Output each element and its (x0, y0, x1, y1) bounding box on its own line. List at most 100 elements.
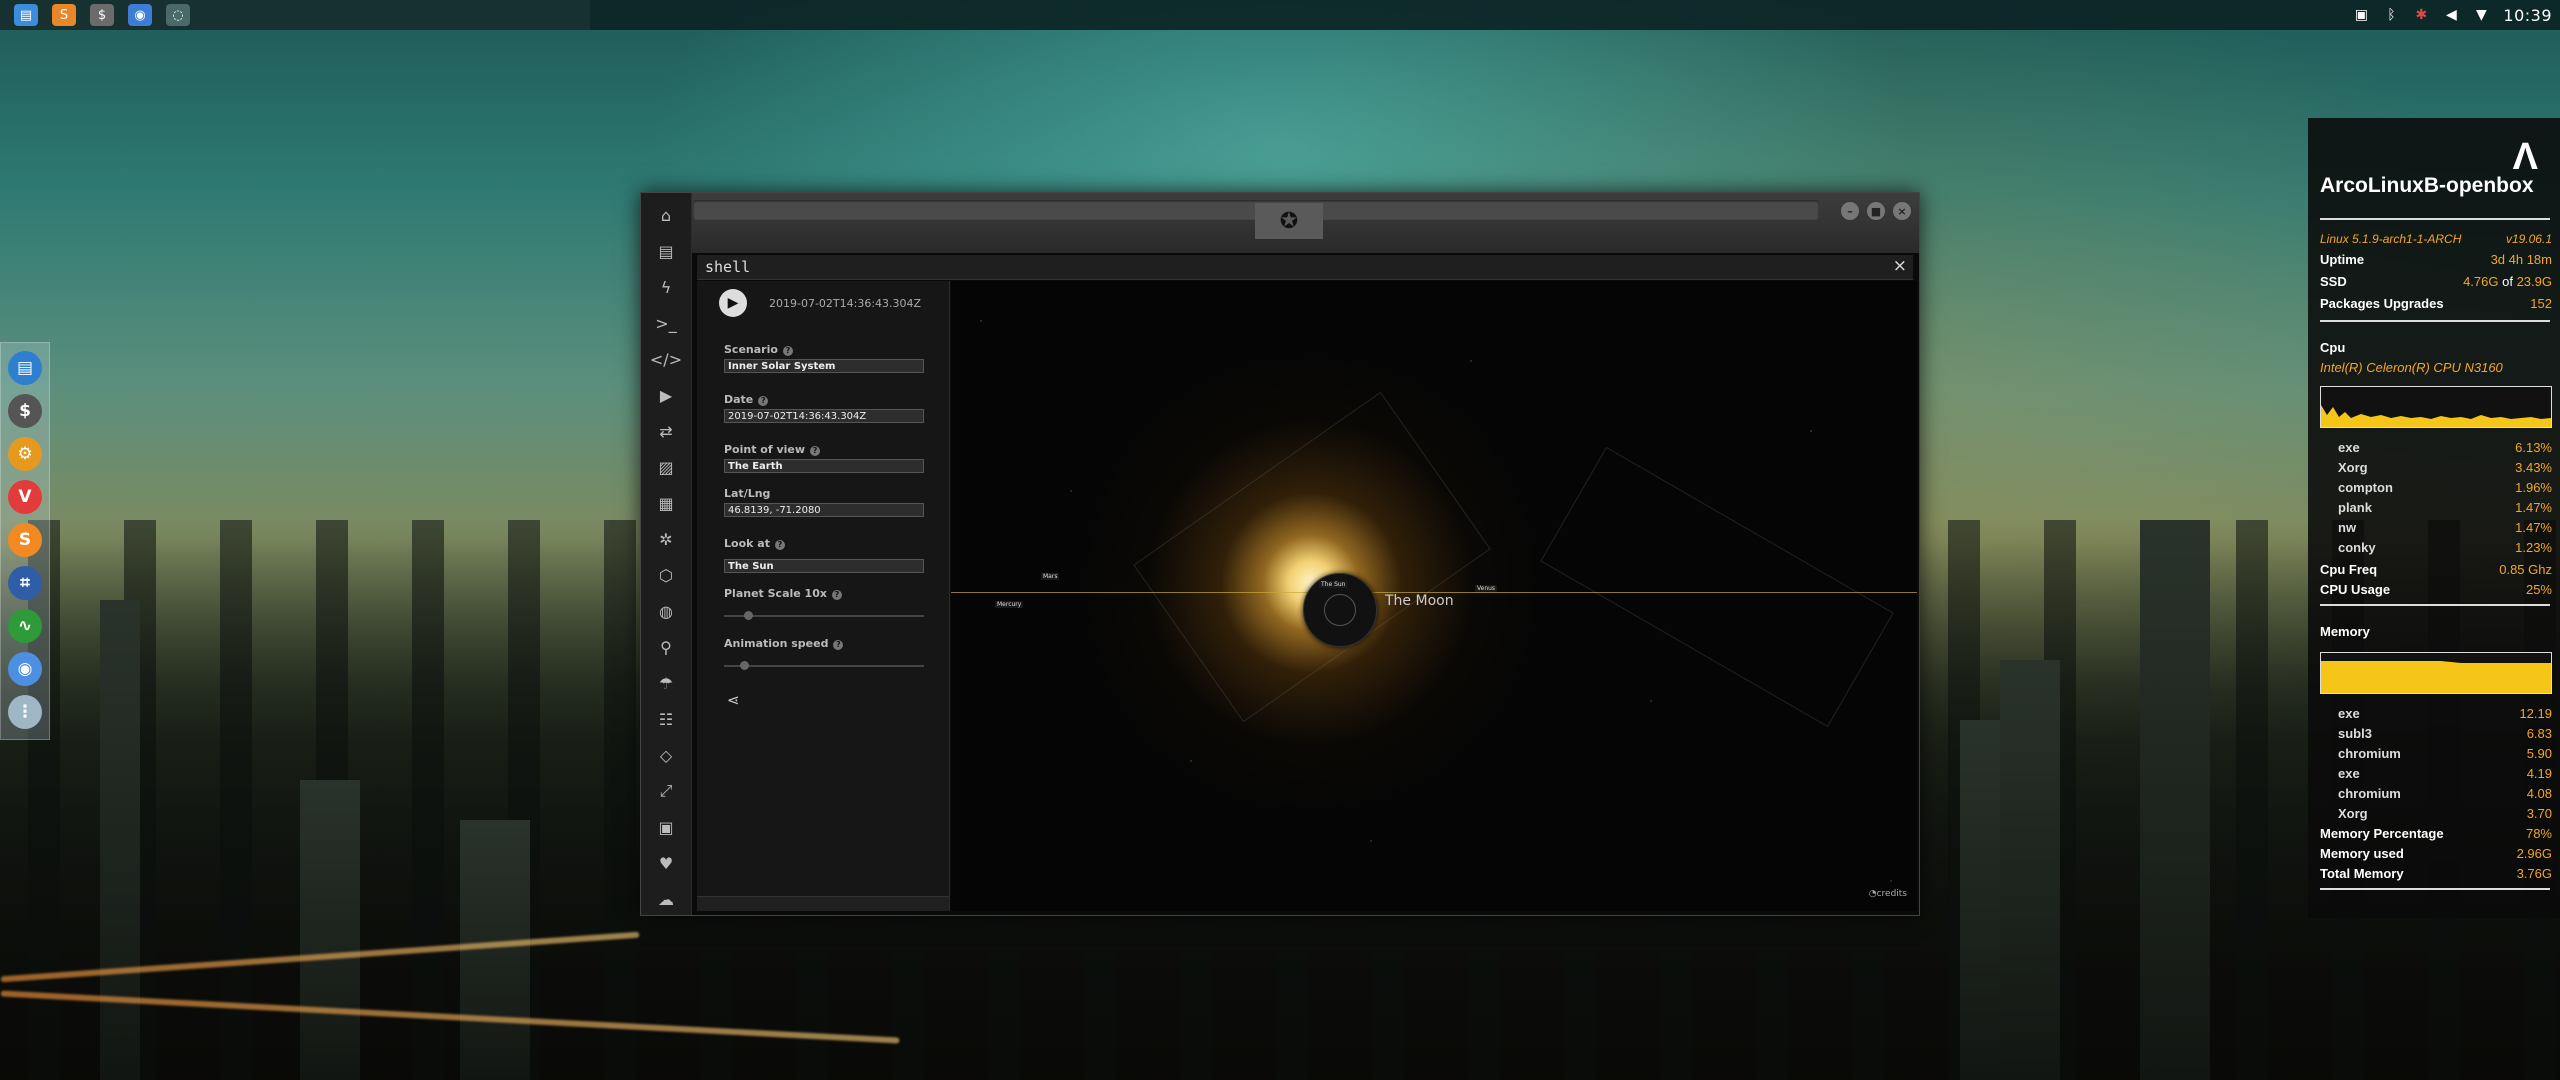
chromium-icon[interactable]: ◉ (128, 4, 152, 26)
taskbar-apps: ▤ S $ ◉ ◌ (0, 0, 590, 30)
atom-icon[interactable]: ✲ (641, 521, 691, 557)
youtube-icon[interactable]: ▣ (641, 809, 691, 845)
dock-vivaldi-icon[interactable]: V (8, 480, 42, 514)
rebel-logo-tab-icon[interactable]: ✪ (1255, 203, 1323, 239)
dock-settings-icon[interactable]: ⚙ (8, 437, 42, 471)
process-value: 6.13% (2515, 440, 2552, 455)
hexagon-icon[interactable]: ⬡ (641, 557, 691, 593)
globe-icon[interactable]: ◍ (641, 593, 691, 629)
share-icon[interactable]: ⋖ (727, 691, 740, 709)
dock-monitor-icon[interactable]: ∿ (8, 609, 42, 643)
shell-title: shell (705, 258, 751, 276)
memory-percentage-row: Memory Percentage 78% (2320, 826, 2552, 841)
info-icon: ◔ (1868, 889, 1877, 899)
top-panel: ▤ S $ ◉ ◌ ▣ ᛒ ✱ ◀ ▼ 10:39 (0, 0, 2560, 30)
kernel-row: Linux 5.1.9-arch1-1-ARCH v19.06.1 (2320, 232, 2552, 246)
pov-select[interactable]: The Earth (724, 459, 924, 473)
memory-graph-svg (2321, 661, 2551, 693)
wifi-icon[interactable]: ▼ (2473, 7, 2489, 23)
cloud-icon[interactable]: ☁ (641, 881, 691, 917)
venus-tag[interactable]: Venus (1475, 585, 1498, 592)
arcolinux-logo-icon: Λ (2512, 136, 2538, 178)
image-icon[interactable]: ▨ (641, 449, 691, 485)
sublime-text-icon[interactable]: S (52, 4, 76, 26)
panel-collapse-bar[interactable] (697, 896, 949, 911)
space-viewport[interactable]: The Moon The Sun Mars Mercury Venus ◔cre… (951, 281, 1917, 911)
dock-screenshot-icon[interactable]: ⌗ (8, 566, 42, 600)
slider-handle[interactable] (740, 661, 749, 670)
prompt-icon[interactable]: >_ (641, 305, 691, 341)
bolt-icon[interactable]: ϟ (641, 269, 691, 305)
close-button[interactable]: × (1893, 202, 1911, 220)
dock-terminal-icon[interactable]: $ (8, 394, 42, 428)
animation-speed-slider[interactable] (724, 661, 924, 670)
dock-file-manager-icon[interactable]: ▤ (8, 351, 42, 385)
divider (2320, 888, 2550, 890)
translate-icon[interactable]: ⇄ (641, 413, 691, 449)
left-dock: ▤ $ ⚙ V S ⌗ ∿ ◉ ⋮ (0, 342, 50, 740)
process-row: chromium 4.08 (2338, 786, 2552, 801)
lookat-select[interactable]: The Sun (724, 559, 924, 573)
credits-link[interactable]: ◔credits (1869, 889, 1907, 899)
window-titlebar[interactable]: ✪ – ■ × (641, 193, 1919, 253)
clock[interactable]: 10:39 (2503, 6, 2552, 25)
latlng-input[interactable]: 46.8139, -71.2080 (724, 503, 924, 517)
packages-row: Packages Upgrades 152 (2320, 296, 2552, 311)
process-row: exe 6.13% (2338, 440, 2552, 455)
volume-icon[interactable]: ◀ (2443, 7, 2459, 23)
search-icon[interactable]: ⚲ (641, 629, 691, 665)
terminal-icon[interactable]: $ (90, 4, 114, 26)
shell-close-icon[interactable]: × (1893, 256, 1907, 276)
slider-handle[interactable] (744, 611, 753, 620)
process-name: Xorg (2338, 806, 2368, 821)
play-icon[interactable]: ▶ (641, 377, 691, 413)
home-icon[interactable]: ⌂ (641, 197, 691, 233)
date-input[interactable]: 2019-07-02T14:36:43.304Z (724, 409, 924, 423)
wallpaper-building (2140, 520, 2210, 1080)
lookat-label: Look at? (724, 537, 785, 550)
embed-icon[interactable]: ◇ (641, 737, 691, 773)
code-icon[interactable]: </> (641, 341, 691, 377)
process-value: 1.47% (2515, 500, 2552, 515)
update-alert-icon[interactable]: ✱ (2413, 7, 2429, 23)
screenshot-tray-icon[interactable]: ▣ (2353, 7, 2369, 23)
cpu-graph (2320, 386, 2552, 428)
help-icon: ? (831, 590, 842, 600)
document-icon[interactable]: ▤ (641, 233, 691, 269)
process-row: plank 1.47% (2338, 500, 2552, 515)
sun-tag[interactable]: The Sun (1319, 581, 1348, 588)
minimize-button[interactable]: – (1841, 202, 1859, 220)
dock-apps-icon[interactable]: ⋮ (8, 695, 42, 729)
help-icon: ? (833, 640, 844, 650)
process-row: exe 4.19 (2338, 766, 2552, 781)
bluetooth-icon[interactable]: ᛒ (2383, 7, 2399, 23)
system-tray: ▣ ᛒ ✱ ◀ ▼ 10:39 (2353, 0, 2552, 30)
process-row: Xorg 3.70 (2338, 806, 2552, 821)
planet-scale-slider[interactable] (724, 611, 924, 620)
contacts-icon[interactable]: ☷ (641, 701, 691, 737)
play-button[interactable]: ▶ (719, 289, 747, 317)
maximize-button[interactable]: ■ (1867, 202, 1885, 220)
planet-scale-label: Planet Scale 10x? (724, 587, 842, 600)
scenario-select[interactable]: Inner Solar System (724, 359, 924, 373)
app-window-icon[interactable]: ◌ (166, 4, 190, 26)
dock-chromium-icon[interactable]: ◉ (8, 652, 42, 686)
help-icon: ? (774, 540, 785, 550)
dock-sublime-icon[interactable]: S (8, 523, 42, 557)
scenario-label: Scenario? (724, 343, 793, 356)
news-icon[interactable]: ▦ (641, 485, 691, 521)
heart-icon[interactable]: ♥ (641, 845, 691, 881)
current-timestamp: 2019-07-02T14:36:43.304Z (769, 297, 922, 310)
kernel-version: Linux 5.1.9-arch1-1-ARCH (2320, 232, 2462, 246)
mercury-tag[interactable]: Mercury (995, 601, 1024, 608)
divider (2320, 604, 2550, 606)
divider (2320, 218, 2550, 220)
file-manager-icon[interactable]: ▤ (14, 4, 38, 26)
moon-label[interactable]: The Moon (1385, 593, 1454, 609)
umbrella-icon[interactable]: ☂ (641, 665, 691, 701)
mars-tag[interactable]: Mars (1041, 573, 1060, 580)
expand-icon[interactable]: ⤢ (641, 773, 691, 809)
app-sidebar: ⌂ ▤ ϟ >_ </> ▶ ⇄ ▨ ▦ ✲ ⬡ ◍ ⚲ ☂ ☷ ◇ ⤢ ▣ ♥ ☁ (641, 193, 692, 915)
process-value: 3.70 (2526, 806, 2552, 821)
process-row: compton 1.96% (2338, 480, 2552, 495)
